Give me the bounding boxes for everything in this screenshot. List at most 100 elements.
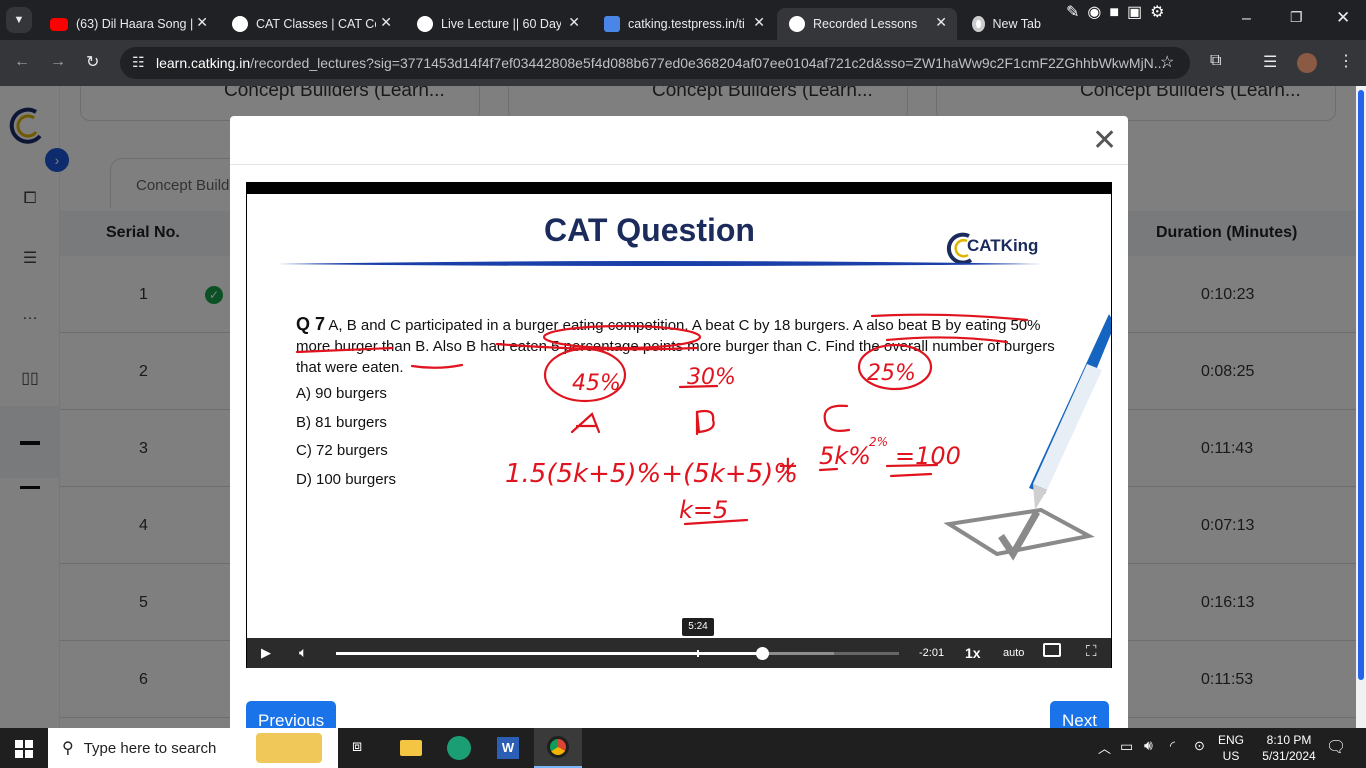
reload-icon[interactable]: ↻ (86, 52, 99, 72)
page-content: Concept Builders (Learn... Concept Build… (0, 86, 1366, 728)
svg-text:1.5(5k+5)%+(5k+5)%: 1.5(5k+5)%+(5k+5)% (505, 459, 798, 489)
windows-start-icon[interactable] (15, 740, 33, 758)
tab-search-button[interactable]: ▼ (6, 7, 32, 33)
site-info-icon[interactable]: ☷ (132, 54, 145, 71)
chrome-icon (547, 736, 569, 758)
previous-button[interactable]: Previous (246, 701, 337, 728)
svg-text:k=5: k=5 (679, 496, 728, 524)
word-icon[interactable]: W (497, 737, 519, 759)
video-modal: ✕ CAT Question CATKing Q 7 A, B and C pa… (230, 116, 1128, 728)
catking-favicon (789, 16, 805, 32)
extensions-icon[interactable]: ⧉ (1210, 52, 1221, 70)
time-remaining: -2:01 (919, 647, 945, 659)
tab-live-lecture[interactable]: Live Lecture || 60 Days ✕ (405, 8, 590, 40)
taskbar-search[interactable]: ⚲ Type here to search (48, 728, 338, 768)
browser-tab-bar: ▼ (63) Dil Haara Song | T ✕ CAT Classes … (0, 0, 1366, 40)
tab-title: Live Lecture || 60 Days (441, 17, 561, 31)
task-view-icon[interactable]: ⧈ (352, 738, 362, 756)
meet-now-icon[interactable]: ⊙ (1194, 738, 1205, 754)
clock-time: 8:10 PM (1266, 733, 1312, 747)
catking-favicon (232, 16, 248, 32)
svg-text:45%: 45% (572, 371, 621, 396)
scrollbar-thumb[interactable] (1358, 90, 1364, 680)
file-explorer-icon[interactable] (400, 740, 422, 756)
tab-youtube[interactable]: (63) Dil Haara Song | T ✕ (38, 8, 218, 40)
doc-favicon (604, 16, 620, 32)
video-player[interactable]: CAT Question CATKing Q 7 A, B and C part… (246, 182, 1112, 668)
profile-avatar[interactable] (1297, 53, 1317, 73)
tab-title: CAT Classes | CAT Coa (256, 17, 376, 31)
current-time-label: 6:24 (754, 623, 774, 634)
search-highlight-image (256, 733, 323, 763)
language-indicator[interactable]: ENG US (1218, 732, 1244, 764)
tab-new-tab[interactable]: New Tab (960, 8, 1060, 40)
address-bar[interactable]: ☷ learn.catking.in/recorded_lectures?sig… (120, 47, 1190, 79)
fullscreen-icon[interactable]: ⛶ (1086, 643, 1097, 660)
wifi-icon[interactable]: ◜ (1170, 738, 1175, 754)
battery-icon[interactable]: ▭ (1120, 738, 1133, 755)
search-placeholder: Type here to search (83, 739, 217, 757)
youtube-icon (50, 17, 68, 31)
tab-title: Recorded Lessons (813, 17, 918, 31)
chrome-taskbar-icon[interactable] (534, 728, 582, 768)
hover-marker (697, 650, 699, 657)
url-path: /recorded_lectures?sig=3771453d14f4f7ef0… (250, 55, 1166, 71)
progress-track[interactable] (336, 647, 899, 660)
close-tab-icon[interactable]: ✕ (753, 14, 765, 31)
tab-title: New Tab (992, 17, 1041, 31)
player-controls: ▶ 🔈︎ -2:01 1x auto ⛶ (247, 638, 1111, 668)
play-icon[interactable]: ▶ (261, 645, 271, 661)
quality-setting[interactable]: auto (1003, 647, 1024, 659)
svg-text:30%: 30% (687, 365, 736, 390)
lecture-slide: CAT Question CATKing Q 7 A, B and C part… (247, 194, 1111, 638)
hover-time-tooltip: 5:24 (682, 618, 714, 636)
catking-favicon (417, 16, 433, 32)
gear-icon[interactable]: ⚙ (1150, 4, 1172, 21)
url-domain: learn.catking.in (156, 55, 251, 71)
playback-speed[interactable]: 1x (965, 645, 981, 661)
forward-icon[interactable]: → (50, 53, 66, 71)
bookmark-star-icon[interactable]: ☆ (1160, 52, 1174, 72)
close-tab-icon[interactable]: ✕ (568, 14, 580, 31)
language-code: ENG (1218, 733, 1245, 747)
close-modal-icon[interactable]: ✕ (1092, 126, 1117, 156)
media-controls-icon[interactable]: ☰ (1263, 52, 1277, 72)
clock-date: 5/31/2024 (1262, 749, 1316, 763)
capture-toolbar: ✎◉■▣⚙ (1066, 2, 1192, 26)
minimize-button[interactable]: – (1242, 10, 1251, 28)
svg-text:2%: 2% (869, 435, 888, 449)
notifications-icon[interactable]: 🗨︎ (1326, 737, 1346, 757)
pip-icon[interactable] (1043, 643, 1061, 657)
close-tab-icon[interactable]: ✕ (196, 14, 208, 31)
tab-title: catking.testpress.in/ti (628, 17, 745, 31)
maximize-button[interactable]: ❐ (1290, 9, 1303, 26)
svg-text:+: + (777, 451, 799, 481)
close-tab-icon[interactable]: ✕ (935, 14, 947, 31)
close-tab-icon[interactable]: ✕ (380, 14, 392, 31)
tab-testpress[interactable]: catking.testpress.in/ti ✕ (592, 8, 775, 40)
volume-tray-icon[interactable]: 🔊︎ (1144, 737, 1153, 754)
next-button[interactable]: Next (1050, 701, 1109, 728)
show-hidden-icons[interactable]: ︿ (1098, 738, 1111, 757)
svg-text:5k%: 5k% (819, 442, 871, 470)
close-window-button[interactable]: ✕ (1336, 8, 1350, 28)
modal-divider (230, 164, 1128, 165)
tab-recorded-lessons[interactable]: Recorded Lessons ✕ (777, 8, 957, 40)
browser-menu-icon[interactable]: ⋮ (1338, 51, 1354, 71)
back-icon[interactable]: ← (14, 53, 30, 71)
volume-icon[interactable]: 🔈︎ (299, 644, 307, 661)
region-code: US (1222, 749, 1240, 763)
camera-icon[interactable]: ◉ (1087, 4, 1109, 21)
video-icon[interactable]: ■ (1109, 4, 1127, 21)
pen-checkbox-clipart (943, 314, 1111, 561)
tab-cat-classes[interactable]: CAT Classes | CAT Coa ✕ (220, 8, 402, 40)
windows-taskbar: ⚲ Type here to search ⧈ W ︿ ▭ 🔊︎ ◜ ⊙ ENG… (0, 728, 1366, 768)
window-icon[interactable]: ▣ (1127, 4, 1150, 21)
chrome-icon (972, 16, 985, 32)
page-scrollbar[interactable] (1356, 86, 1366, 728)
pen-icon[interactable]: ✎ (1066, 4, 1087, 21)
scrub-handle[interactable] (756, 647, 770, 660)
system-clock[interactable]: 8:10 PM 5/31/2024 (1252, 732, 1326, 764)
edge-icon[interactable] (447, 736, 471, 760)
svg-text:25%: 25% (867, 361, 916, 386)
